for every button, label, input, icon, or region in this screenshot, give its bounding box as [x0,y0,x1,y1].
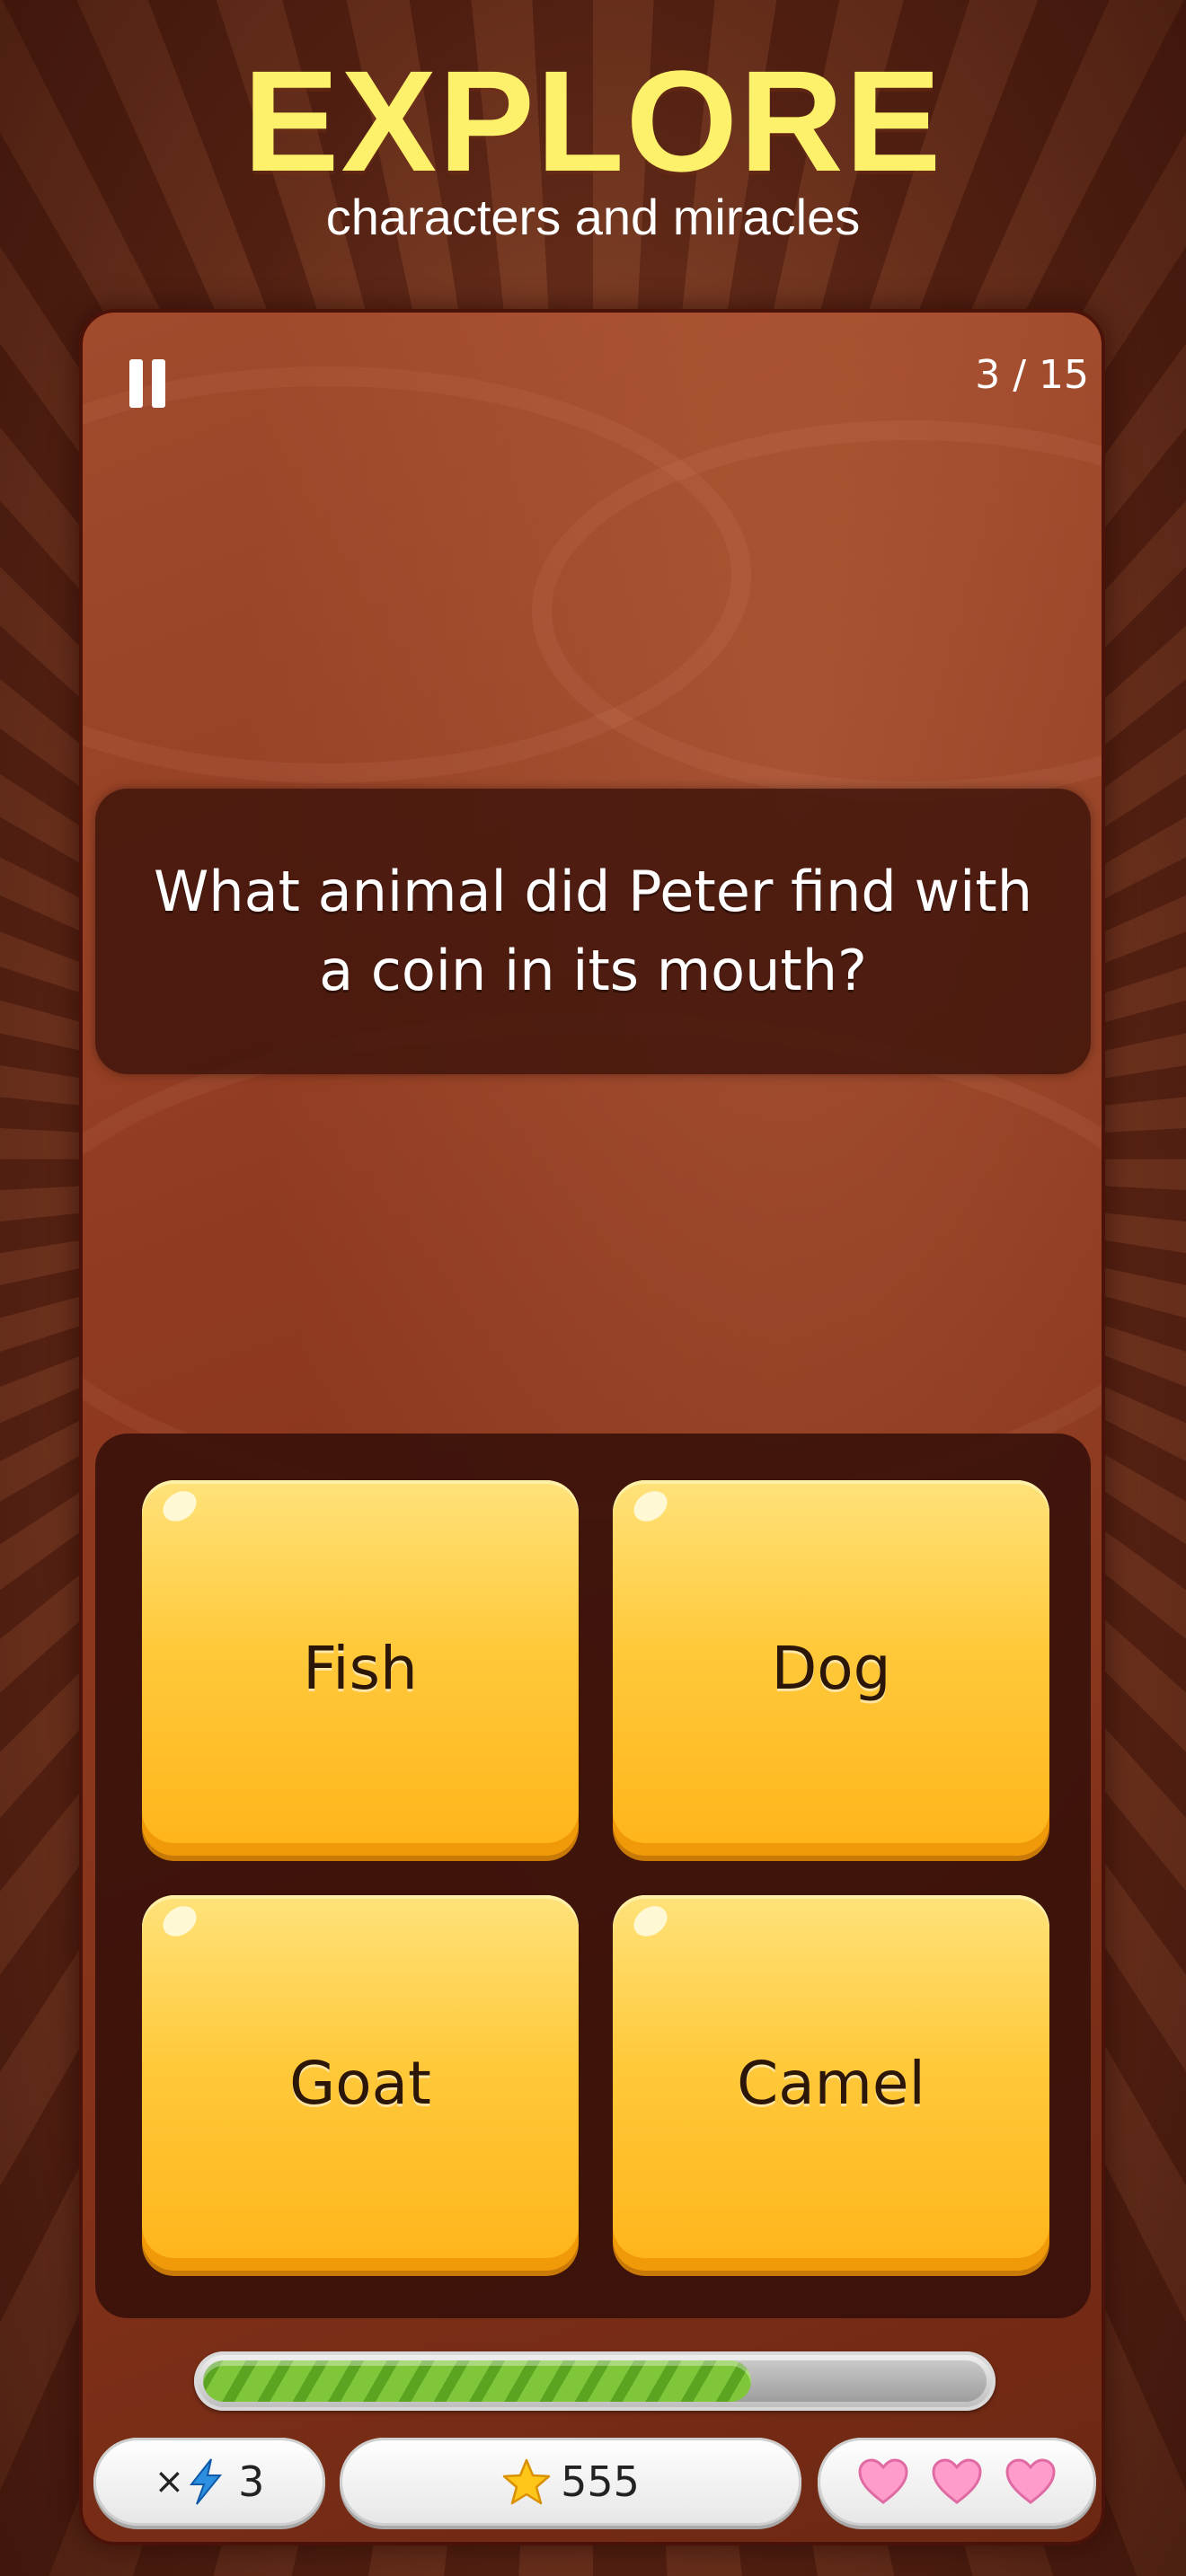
heart-icon [1005,2458,1056,2504]
answers-panel: Fish Dog Goat Camel [95,1434,1091,2318]
answer-label: Fish [303,1633,418,1703]
timer-bar-track [203,2360,987,2402]
answer-label: Camel [737,2048,925,2118]
question-counter: 3 / 15 [975,352,1089,398]
score-badge: 555 [340,2438,801,2526]
timer-bar-fill [203,2360,752,2402]
pause-icon-bar-left [129,359,143,408]
pause-icon-bar-right [152,359,165,408]
answer-label: Dog [771,1633,891,1703]
heart-icon [932,2458,982,2504]
question-text: What animal did Peter find with a coin i… [153,859,1032,1003]
answer-button-2[interactable]: Dog [613,1480,1049,1856]
timer-bar [194,2351,996,2411]
multiplier-badge: × 3 [93,2438,325,2526]
quiz-panel: 3 / 15 What animal did Peter find with a… [79,309,1105,2545]
answer-button-3[interactable]: Goat [142,1895,579,2271]
page-subtitle: characters and miracles [325,189,861,245]
heart-icon [858,2458,908,2504]
question-card: What animal did Peter find with a coin i… [95,789,1091,1074]
star-icon [502,2458,551,2505]
multiplier-value: 3 [238,2457,265,2506]
header: EXPLORE characters and miracles [0,49,1186,246]
lightning-icon [190,2458,223,2505]
answer-label: Goat [289,2048,431,2118]
multiplier-prefix: × [154,2461,185,2502]
score-value: 555 [561,2457,640,2506]
answer-button-1[interactable]: Fish [142,1480,579,1856]
pause-button[interactable] [129,359,167,408]
lives-badge [818,2438,1096,2526]
page-title: EXPLORE [243,40,943,201]
answer-button-4[interactable]: Camel [613,1895,1049,2271]
